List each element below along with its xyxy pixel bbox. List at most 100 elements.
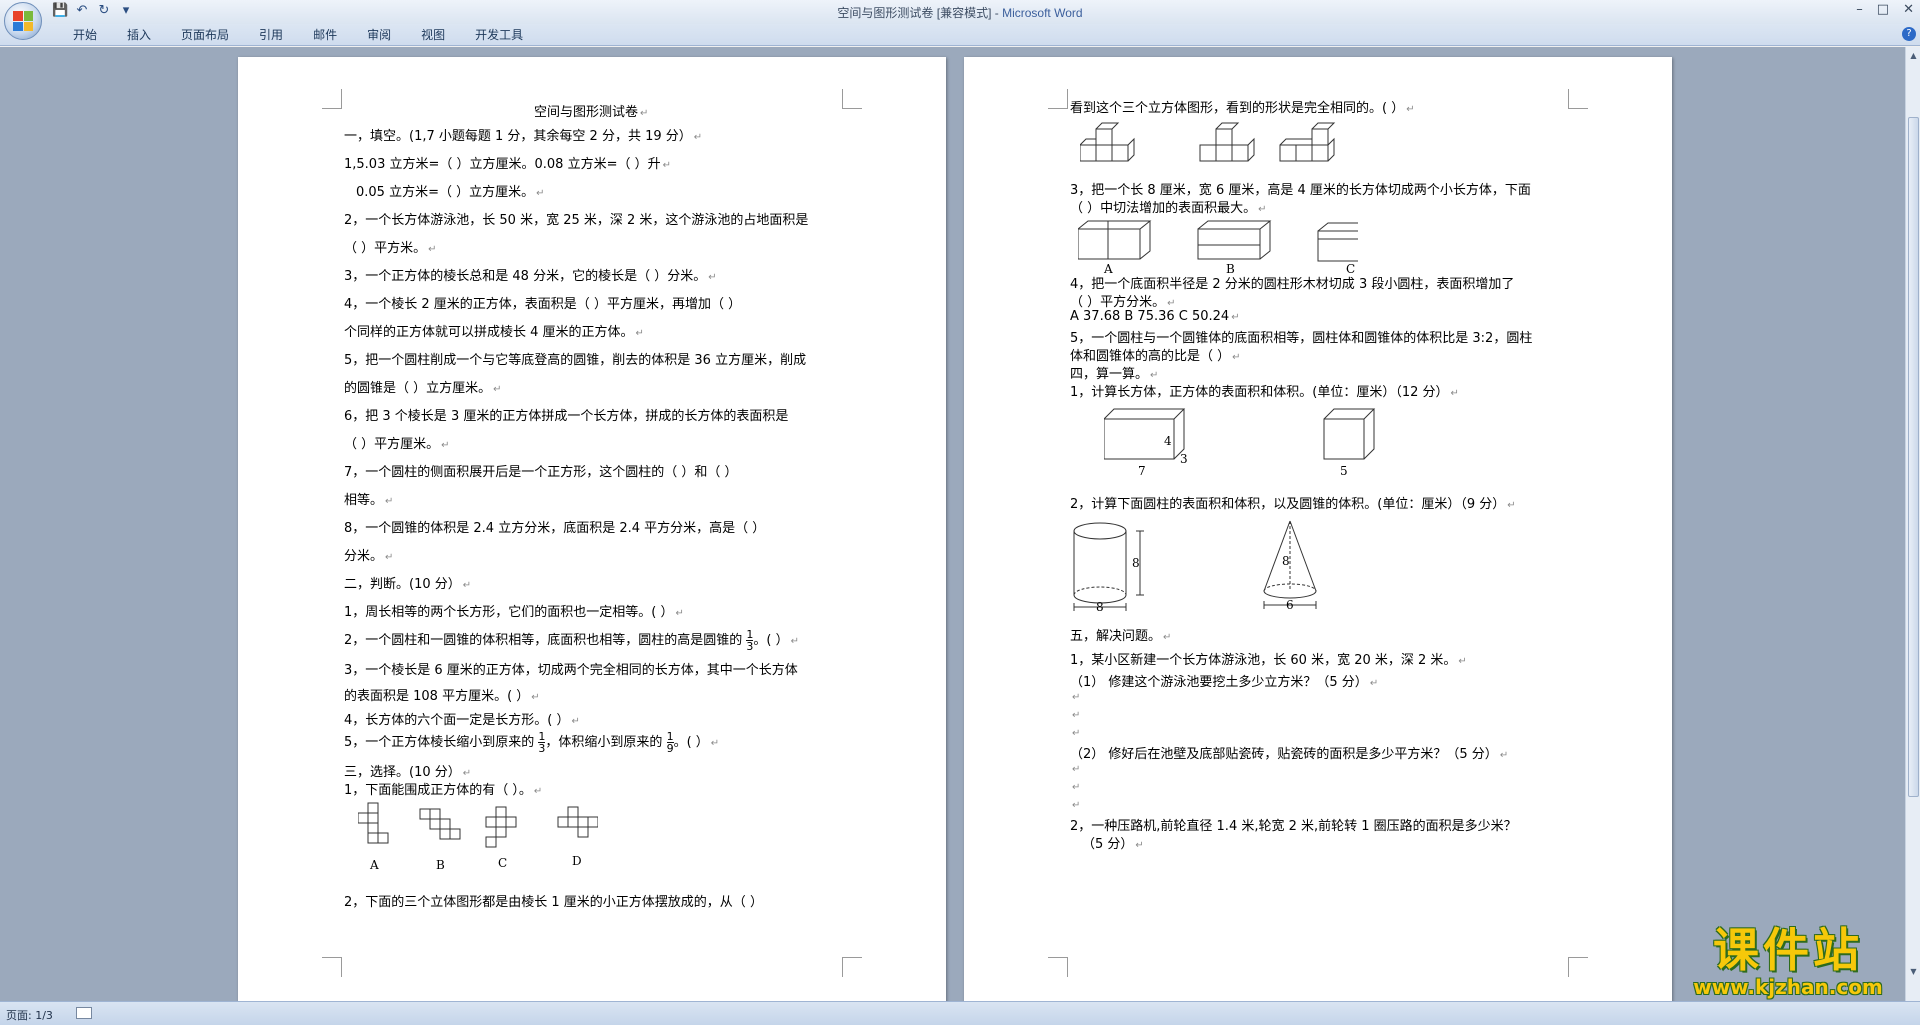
cube-arrangements-figure — [1080, 122, 1336, 162]
question-line: 5，一个正方体棱长缩小到原来的 1 3 ，体积缩小到原来的 1 9 。( ） ↵ — [344, 730, 720, 755]
question-line: 1，周长相等的两个长方形，它们的面积也一定相等。( ） ↵ — [344, 605, 684, 620]
cylinder-diameter-label: 8 — [1096, 600, 1104, 614]
question-line: 0.05 立方米=（ ）立方厘米。 ↵ — [356, 185, 545, 200]
question-line: 7，一个圆柱的侧面积展开后是一个正方形，这个圆柱的（ ）和（ ） — [344, 465, 738, 480]
question-line: 的圆锥是（ ）立方厘米。 ↵ — [344, 381, 502, 396]
section-heading: 五，解决问题。 ↵ — [1070, 629, 1172, 644]
window-title: 空间与图形测试卷 [兼容模式] - Microsoft Word — [0, 4, 1920, 21]
scroll-down-icon[interactable]: ▼ — [1908, 967, 1919, 979]
tab-mailings[interactable]: 邮件 — [298, 28, 352, 42]
question-line: 8，一个圆锥的体积是 2.4 立方分米，底面积是 2.4 平方分米，高是（ ） — [344, 521, 766, 536]
tab-insert[interactable]: 插入 — [112, 28, 166, 42]
question-line: 5，一个圆柱与一个圆锥体的底面积相等，圆柱体和圆锥体的体积比是 3:2，圆柱 — [1070, 331, 1533, 346]
question-line: 4，长方体的六个面一定是长方形。( ） ↵ — [344, 713, 580, 728]
question-line: 3，一个棱长是 6 厘米的正方体，切成两个完全相同的长方体，其中一个长方体 — [344, 663, 798, 678]
cuboid-width-label: 3 — [1180, 452, 1188, 466]
question-line: （ ）平方米。 ↵ — [344, 241, 437, 256]
question-line: 4，一个棱长 2 厘米的正方体，表面积是（ ）平方厘米，再增加（ ） — [344, 297, 742, 312]
title-bar: 💾 ↶ ↻ ▾ 空间与图形测试卷 [兼容模式] - Microsoft Word… — [0, 0, 1920, 24]
question-line: 1，下面能围成正方体的有（ ）。 ↵ — [344, 783, 543, 798]
section-heading: 四，算一算。 ↵ — [1070, 367, 1159, 382]
cylinder-cone-figure: 8 8 8 6 — [1073, 520, 1317, 614]
blank-line: ↵ — [1072, 710, 1081, 721]
app-name: Microsoft Word — [1002, 6, 1083, 20]
cylinder-height-label: 8 — [1132, 556, 1140, 570]
question-line: （ ）平方厘米。 ↵ — [344, 437, 450, 452]
vertical-scrollbar[interactable]: ▲ ▼ — [1905, 47, 1920, 1001]
blank-line: ↵ — [1072, 764, 1081, 775]
question-line: 6，把 3 个棱长是 3 厘米的正方体拼成一个长方体，拼成的长方体的表面积是 — [344, 409, 789, 424]
scroll-up-icon[interactable]: ▲ — [1908, 51, 1919, 63]
document-area[interactable]: 空间与图形测试卷 ↵ 一，填空。(1,7 小题每题 1 分，其余每空 2 分，共 … — [0, 47, 1905, 1001]
crop-mark — [1568, 89, 1588, 109]
question-line: 分米。 ↵ — [344, 549, 394, 564]
question-line: 4，把一个底面积半径是 2 分米的圆柱形木材切成 3 段小圆柱，表面积增加了 — [1070, 277, 1515, 292]
question-line: 个同样的正方体就可以拼成棱长 4 厘米的正方体。 ↵ — [344, 325, 644, 340]
cube-edge-label: 5 — [1340, 464, 1348, 478]
cuboid-height-label: 4 — [1164, 434, 1172, 448]
crop-mark — [842, 957, 862, 977]
question-line: （ ）中切法增加的表面积最大。 ↵ — [1070, 201, 1267, 216]
crop-mark — [322, 89, 342, 109]
net-label-b: B — [436, 858, 445, 872]
question-line: 2，一种压路机,前轮直径 1.4 米,轮宽 2 米,前轮转 1 圈压路的面积是多… — [1070, 819, 1517, 834]
office-logo-icon — [13, 11, 33, 31]
page-2[interactable]: 看到这个三个立方体图形，看到的形状是完全相同的。( ） ↵ 3，把一个长 8 厘米… — [964, 57, 1672, 1001]
question-line: 体和圆锥体的高的比是（ ） ↵ — [1070, 349, 1241, 364]
question-line: 相等。 ↵ — [344, 493, 394, 508]
window-controls: – □ ✕ — [1856, 2, 1914, 17]
close-icon[interactable]: ✕ — [1903, 2, 1914, 17]
watermark-logo: 课件站 www.kjzhan.com — [1693, 923, 1883, 999]
page-count[interactable]: 页面: 1/3 — [6, 1007, 53, 1023]
question-line: （1） 修建这个游泳池要挖土多少立方米？（5 分） ↵ — [1070, 675, 1379, 690]
cube-nets-figure: A B C D — [358, 802, 598, 872]
cuboid-cube-figure: 4 3 7 5 — [1104, 408, 1376, 478]
question-line: （2） 修好后在池壁及底部贴瓷砖，贴瓷砖的面积是多少平方米？（5 分） ↵ — [1070, 747, 1509, 762]
blank-line: ↵ — [1072, 728, 1081, 739]
question-line: 的表面积是 108 平方厘米。( ） ↵ — [344, 689, 540, 704]
ribbon: 开始 插入 页面布局 引用 邮件 审阅 视图 开发工具 ? — [0, 24, 1920, 46]
tab-page-layout[interactable]: 页面布局 — [166, 28, 244, 42]
blank-line: ↵ — [1072, 692, 1081, 703]
question-line: 3，把一个长 8 厘米，宽 6 厘米，高是 4 厘米的长方体切成两个小长方体，下… — [1070, 183, 1531, 198]
cone-height-label: 8 — [1282, 554, 1290, 568]
crop-mark — [1048, 957, 1068, 977]
question-line: 3，一个正方体的棱长总和是 48 分米，它的棱长是（ ）分米。 ↵ — [344, 269, 717, 284]
tab-review[interactable]: 审阅 — [352, 28, 406, 42]
scrollbar-thumb[interactable] — [1908, 117, 1919, 797]
minimize-icon[interactable]: – — [1856, 2, 1863, 17]
ribbon-tabs: 开始 插入 页面布局 引用 邮件 审阅 视图 开发工具 — [58, 28, 538, 42]
cone-diameter-label: 6 — [1286, 598, 1294, 612]
section-heading: 二，判断。(10 分） ↵ — [344, 577, 472, 592]
cuboid-length-label: 7 — [1138, 464, 1146, 478]
crop-mark — [842, 89, 862, 109]
question-line: 2，下面的三个立体图形都是由棱长 1 厘米的小正方体摆放成的，从（ ） — [344, 895, 763, 910]
status-bar: 页面: 1/3 — [0, 1001, 1920, 1025]
proofing-icon[interactable] — [76, 1007, 92, 1019]
section-heading: 一，填空。(1,7 小题每题 1 分，其余每空 2 分，共 19 分） ↵ — [344, 129, 703, 144]
page-1[interactable]: 空间与图形测试卷 ↵ 一，填空。(1,7 小题每题 1 分，其余每空 2 分，共 … — [238, 57, 946, 1001]
help-icon[interactable]: ? — [1902, 27, 1916, 41]
document-title-heading: 空间与图形测试卷 ↵ — [534, 105, 649, 120]
question-line: 5，把一个圆柱削成一个与它等底登高的圆锥，削去的体积是 36 立方厘米，削成 — [344, 353, 807, 368]
restore-icon[interactable]: □ — [1877, 2, 1889, 17]
crop-mark — [1048, 89, 1068, 109]
net-label-a: A — [369, 858, 379, 872]
question-line: 1,5.03 立方米=（ ）立方厘米。0.08 立方米=（ ）升 ↵ — [344, 157, 671, 172]
tab-home[interactable]: 开始 — [58, 28, 112, 42]
question-line: 看到这个三个立方体图形，看到的形状是完全相同的。( ） ↵ — [1070, 101, 1415, 116]
tab-references[interactable]: 引用 — [244, 28, 298, 42]
question-line: 2，一个长方体游泳池，长 50 米，宽 25 米，深 2 米，这个游泳池的占地面… — [344, 213, 809, 228]
question-line: 1，计算长方体，正方体的表面积和体积。(单位：厘米）（12 分） ↵ — [1070, 385, 1459, 400]
net-label-d: D — [572, 854, 582, 868]
question-line: （ ）平方分米。 ↵ — [1070, 295, 1176, 310]
tab-developer[interactable]: 开发工具 — [460, 28, 538, 42]
tab-view[interactable]: 视图 — [406, 28, 460, 42]
answer-options: A 37.68 B 75.36 C 50.24 ↵ — [1070, 309, 1240, 324]
net-label-c: C — [498, 856, 507, 870]
crop-mark — [322, 957, 342, 977]
question-line: 2，计算下面圆柱的表面积和体积，以及圆锥的体积。(单位：厘米）（9 分） ↵ — [1070, 497, 1516, 512]
blank-line: ↵ — [1072, 782, 1081, 793]
question-line: 1，某小区新建一个长方体游泳池，长 60 米，宽 20 米，深 2 米。 ↵ — [1070, 653, 1467, 668]
office-button[interactable] — [4, 2, 42, 40]
